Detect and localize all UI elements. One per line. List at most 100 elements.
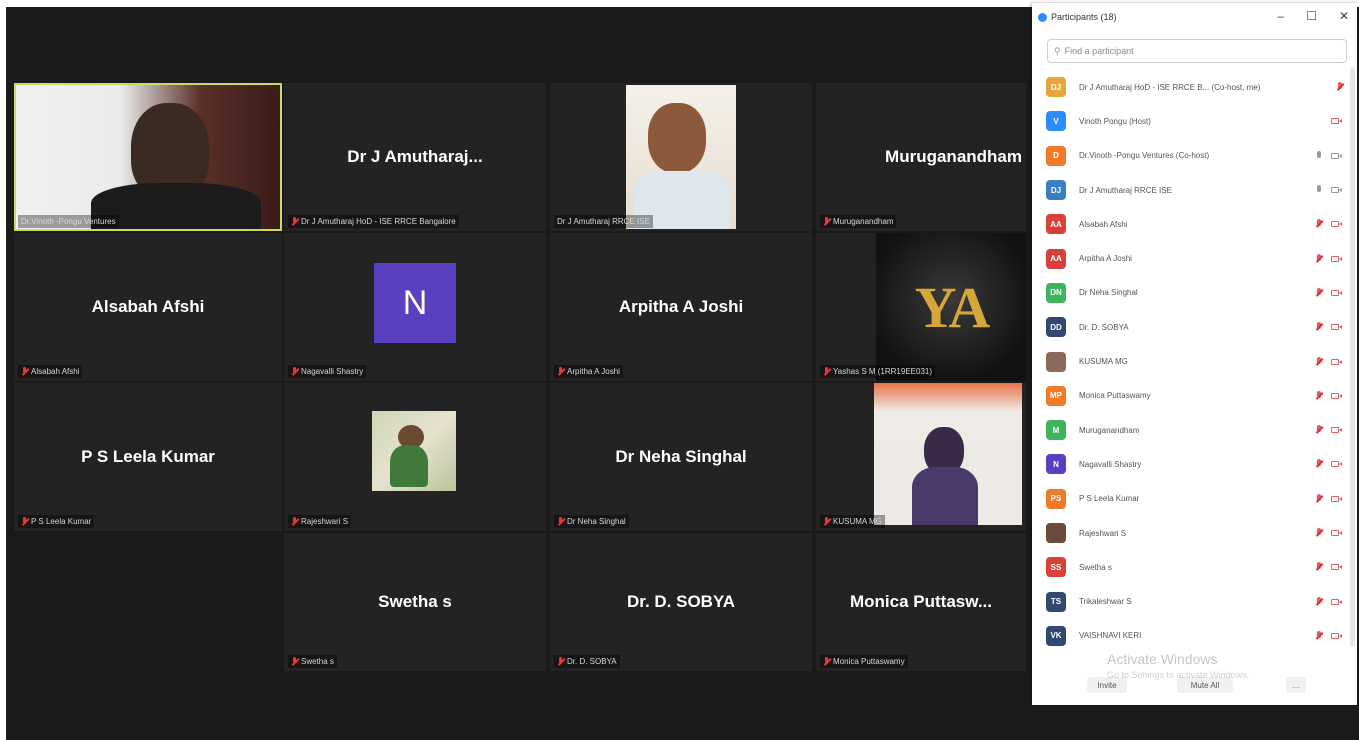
mic-icon[interactable] (1316, 150, 1322, 161)
participant-row[interactable]: D Dr.Vinoth -Pongu Ventures (Co-host) (1032, 139, 1357, 173)
participant-display-name: Arpitha A Joshi (618, 297, 744, 316)
participant-name: Monica Puttaswamy (1079, 391, 1151, 401)
participant-row[interactable]: V Vinoth Pongu (Host) (1032, 104, 1357, 138)
mic-muted-icon (21, 367, 28, 376)
mic-muted-icon[interactable] (1316, 425, 1322, 435)
participant-avatar: PS (1046, 488, 1066, 509)
mic-muted-icon (557, 367, 564, 376)
participant-name-label: Rajeshwari S (288, 515, 352, 528)
mic-icon[interactable] (1316, 185, 1322, 195)
video-tile[interactable]: YA Yashas S M (1RR19EE031) (816, 233, 1026, 381)
participant-row[interactable]: DN Dr Neha Singhal (1032, 276, 1357, 310)
video-tile[interactable]: Swetha s Swetha s (284, 533, 546, 671)
participant-row[interactable]: TS Trikaleshwar S (1032, 584, 1357, 618)
video-tile[interactable]: Dr J Amutharaj... Dr J Amutharaj HoD - I… (284, 83, 546, 231)
participant-name: Dr. D. SOBYA (1079, 322, 1129, 332)
participant-name-label: Nagavalli Shastry (288, 365, 367, 378)
mic-muted-icon[interactable] (1316, 562, 1322, 572)
participant-avatar: M (1046, 420, 1066, 441)
participant-avatar (1046, 351, 1066, 372)
mic-muted-icon[interactable] (1316, 528, 1322, 538)
video-tile[interactable]: Monica Puttasw... Monica Puttaswamy (816, 533, 1026, 671)
participant-name: KUSUMA MG (1079, 357, 1128, 367)
mic-muted-icon[interactable] (1316, 493, 1322, 504)
camera-off-icon (1331, 255, 1343, 263)
participant-row[interactable]: VK VAISHNAVI KERI (1032, 619, 1357, 653)
minimize-button[interactable]: – (1277, 9, 1284, 23)
participant-search-input[interactable]: ⚲ Find a participant (1047, 39, 1347, 63)
search-icon: ⚲ (1054, 45, 1061, 56)
participant-row[interactable]: Rajeshwari S (1032, 516, 1357, 550)
participant-avatar: N (374, 263, 456, 343)
video-tile[interactable]: N Nagavalli Shastry (284, 233, 546, 381)
close-button[interactable]: ✕ (1339, 9, 1349, 23)
camera-icon (1331, 152, 1343, 160)
participant-list-scrollbar[interactable] (1350, 67, 1355, 647)
participant-avatar: SS (1046, 557, 1066, 578)
participant-name-label: Dr Neha Singhal (554, 515, 629, 528)
participant-avatar: TS (1046, 591, 1066, 612)
participant-row[interactable]: DJ Dr J Amutharaj RRCE ISE (1032, 173, 1357, 207)
participant-row[interactable]: PS P S Leela Kumar (1032, 482, 1357, 516)
participant-row[interactable]: N Nagavalli Shastry (1032, 447, 1357, 481)
participant-name: Vinoth Pongu (Host) (1079, 116, 1151, 126)
maximize-button[interactable]: ☐ (1306, 9, 1317, 23)
participant-name: Dr J Amutharaj RRCE ISE (1079, 185, 1172, 195)
mic-muted-icon[interactable] (1337, 82, 1343, 92)
mic-muted-icon[interactable] (1316, 219, 1322, 229)
participant-profile-photo (372, 411, 456, 491)
camera-off-icon (1331, 598, 1343, 606)
camera-off-icon (1331, 323, 1343, 331)
participant-row[interactable]: MP Monica Puttaswamy (1032, 379, 1357, 413)
participant-avatar: N (1046, 454, 1066, 475)
video-tile[interactable]: Dr.Vinoth -Pongu Ventures (14, 83, 282, 231)
participant-display-name: Monica Puttasw... (849, 592, 992, 611)
mic-muted-icon[interactable] (1316, 287, 1322, 298)
participant-name-label: Dr.Vinoth -Pongu Ventures (18, 215, 119, 228)
mic-muted-icon (823, 657, 830, 666)
participant-display-name: Swetha s (378, 592, 452, 611)
mic-muted-icon (291, 517, 298, 526)
participant-name: Dr J Amutharaj HoD - ISE RRCE B... (Co-h… (1079, 82, 1261, 92)
participant-row[interactable]: AA Alsabah Afshi (1032, 207, 1357, 241)
participant-name: Arpitha A Joshi (1079, 254, 1132, 264)
video-tile[interactable]: Dr. D. SOBYA Dr. D. SOBYA (550, 533, 812, 671)
video-tile[interactable]: Dr Neha Singhal Dr Neha Singhal (550, 383, 812, 531)
video-tile[interactable]: Muruganandham Muruganandham (816, 83, 1026, 231)
participant-name-label: Swetha s (288, 655, 337, 668)
mic-muted-icon (557, 517, 564, 526)
mic-muted-icon[interactable] (1316, 322, 1322, 332)
participant-row[interactable]: DD Dr. D. SOBYA (1032, 310, 1357, 344)
mic-muted-icon[interactable] (1316, 253, 1322, 264)
participant-avatar: AA (1046, 214, 1066, 235)
participant-display-name: Muruganandham (885, 147, 1022, 166)
participant-name: Trikaleshwar S (1079, 597, 1132, 607)
participant-video (16, 85, 280, 229)
participant-name: Alsabah Afshi (1079, 219, 1128, 229)
camera-off-icon (1331, 392, 1343, 400)
participant-row[interactable]: DJ Dr J Amutharaj HoD - ISE RRCE B... (Co… (1032, 70, 1357, 104)
participant-display-name: Dr Neha Singhal (615, 447, 747, 466)
mic-muted-icon (823, 517, 830, 526)
participant-name: P S Leela Kumar (1079, 494, 1140, 504)
mic-muted-icon[interactable] (1316, 596, 1322, 607)
video-tile[interactable]: Arpitha A Joshi Arpitha A Joshi (550, 233, 812, 381)
video-tile[interactable]: Alsabah Afshi Alsabah Afshi (14, 233, 282, 381)
participant-name: Swetha s (1079, 562, 1112, 572)
participant-display-name: Dr. D. SOBYA (626, 592, 736, 611)
participant-row[interactable]: AA Arpitha A Joshi (1032, 241, 1357, 275)
mic-muted-icon[interactable] (1316, 630, 1322, 641)
participant-row[interactable]: SS Swetha s (1032, 550, 1357, 584)
video-tile[interactable]: Dr J Amutharaj RRCE ISE (550, 83, 812, 231)
video-tile[interactable]: KUSUMA MG (816, 383, 1026, 531)
participant-row[interactable]: KUSUMA MG (1032, 344, 1357, 378)
participant-logo: YA (876, 233, 1026, 381)
video-tile[interactable]: Rajeshwari S (284, 383, 546, 531)
participant-row[interactable]: M Muruganandham (1032, 413, 1357, 447)
more-options-button[interactable]: ... (1286, 677, 1306, 693)
video-tile[interactable]: P S Leela Kumar P S Leela Kumar (14, 383, 282, 531)
mic-muted-icon[interactable] (1316, 390, 1322, 401)
participant-name: Dr Neha Singhal (1079, 288, 1138, 298)
mic-muted-icon[interactable] (1316, 459, 1322, 469)
mic-muted-icon[interactable] (1316, 356, 1322, 367)
